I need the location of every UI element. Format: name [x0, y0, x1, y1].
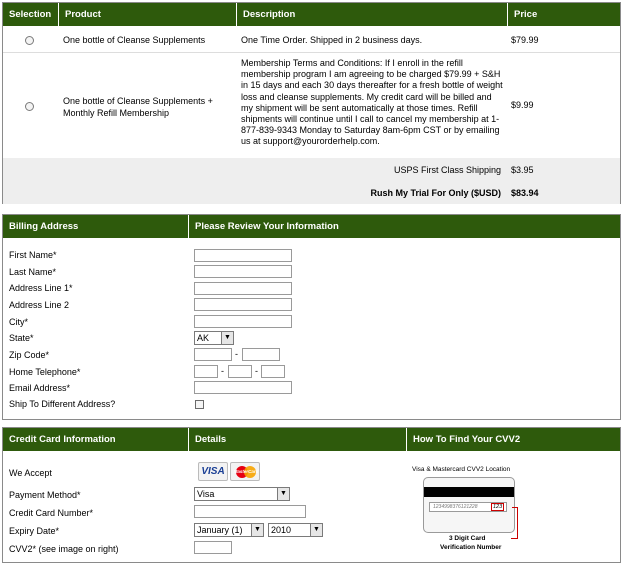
ship-different-label: Ship To Different Address?	[9, 399, 116, 409]
expiry-month-select[interactable]: January (1) ▼	[194, 523, 264, 537]
chevron-down-icon: ▼	[221, 332, 233, 344]
credit-card-section: Credit Card Information Details How To F…	[2, 427, 621, 563]
review-title: Please Review Your Information	[195, 221, 339, 232]
col-price: Price	[514, 9, 538, 20]
billing-title: Billing Address	[3, 215, 189, 238]
zip-input[interactable]	[194, 348, 232, 361]
cvv-help-title: How To Find Your CVV2	[413, 434, 521, 445]
product-description: Membership Terms and Conditions: If I en…	[241, 58, 503, 147]
visa-logo: VISA	[198, 462, 228, 481]
callout-line-v	[517, 507, 518, 538]
billing-address-section: Billing Address Please Review Your Infor…	[2, 214, 621, 420]
state-label: State*	[9, 333, 34, 343]
select-membership-radio[interactable]	[25, 102, 34, 111]
magnetic-stripe	[424, 487, 514, 497]
cvv-label: CVV2* (see image on right)	[9, 544, 119, 554]
city-input[interactable]	[194, 315, 292, 328]
expiry-label: Expiry Date*	[9, 526, 60, 536]
mastercard-logo-text: MasterCard	[233, 469, 259, 474]
cvv-caption-line1: 3 Digit Card	[449, 535, 486, 542]
product-row: One bottle of Cleanse Supplements + Mont…	[3, 52, 620, 158]
product-name: One bottle of Cleanse Supplements + Mont…	[63, 96, 213, 118]
expiry-year-select[interactable]: 2010 ▼	[268, 523, 323, 537]
payment-method-label: Payment Method*	[9, 490, 81, 500]
card-digits: 1234998376121228	[433, 504, 478, 510]
cvv-code-text: 123	[493, 504, 503, 510]
phone-dash-2: -	[255, 366, 258, 376]
first-name-label: First Name*	[9, 250, 57, 260]
card-number-label: Credit Card Number*	[9, 508, 94, 518]
col-product: Product	[59, 3, 237, 26]
shipping-price: $3.95	[511, 165, 534, 175]
email-input[interactable]	[194, 381, 292, 394]
col-selection: Selection	[3, 3, 59, 26]
mastercard-logo: MasterCard	[230, 462, 260, 481]
first-name-input[interactable]	[194, 249, 292, 262]
cvv-caption-line2: Verification Number	[440, 544, 502, 551]
we-accept-label: We Accept	[9, 468, 52, 478]
zip-label: Zip Code*	[9, 350, 50, 360]
card-back-illustration: 1234998376121228 123	[423, 477, 515, 533]
cvv-location-title: Visa & Mastercard CVV2 Location	[412, 466, 511, 473]
address1-label: Address Line 1*	[9, 283, 73, 293]
phone-line-input[interactable]	[261, 365, 285, 378]
product-price: $9.99	[511, 100, 534, 110]
shipping-label: USPS First Class Shipping	[393, 165, 501, 175]
billing-header: Billing Address Please Review Your Infor…	[3, 215, 620, 238]
payment-method-select[interactable]: Visa ▼	[194, 487, 290, 501]
product-table-header: Selection Product Description Price	[3, 3, 620, 26]
card-number-input[interactable]	[194, 505, 306, 518]
email-label: Email Address*	[9, 383, 71, 393]
phone-prefix-input[interactable]	[228, 365, 252, 378]
details-title: Details	[189, 428, 407, 451]
chevron-down-icon: ▼	[310, 524, 322, 536]
address2-label: Address Line 2	[9, 300, 70, 310]
total-price: $83.94	[511, 188, 539, 198]
zip-dash: -	[235, 349, 238, 359]
chevron-down-icon: ▼	[277, 488, 289, 500]
order-summary: USPS First Class Shipping $3.95 Rush My …	[3, 158, 620, 204]
total-label: Rush My Trial For Only ($USD)	[370, 188, 501, 198]
expiry-month-value: January (1)	[197, 525, 243, 535]
product-row: One bottle of Cleanse Supplements One Ti…	[3, 26, 620, 52]
cvv-input[interactable]	[194, 541, 232, 554]
phone-label: Home Telephone*	[9, 367, 81, 377]
city-label: City*	[9, 317, 29, 327]
product-selection-table: Selection Product Description Price One …	[2, 2, 621, 204]
callout-line-end	[511, 538, 518, 539]
state-select[interactable]: AK ▼	[194, 331, 234, 345]
phone-area-input[interactable]	[194, 365, 218, 378]
ship-different-checkbox[interactable]	[195, 400, 204, 409]
chevron-down-icon: ▼	[251, 524, 263, 536]
payment-method-value: Visa	[197, 489, 215, 499]
last-name-input[interactable]	[194, 265, 292, 278]
phone-dash-1: -	[221, 366, 224, 376]
product-price: $79.99	[511, 35, 539, 45]
address1-input[interactable]	[194, 282, 292, 295]
product-description: One Time Order. Shipped in 2 business da…	[241, 35, 423, 45]
col-description: Description	[237, 3, 508, 26]
address2-input[interactable]	[194, 298, 292, 311]
expiry-year-value: 2010	[271, 525, 292, 535]
credit-card-title: Credit Card Information	[3, 428, 189, 451]
payment-header: Credit Card Information Details How To F…	[3, 428, 620, 451]
state-value: AK	[197, 333, 210, 343]
visa-logo-text: VISA	[201, 466, 225, 477]
zip-ext-input[interactable]	[242, 348, 280, 361]
product-name: One bottle of Cleanse Supplements	[63, 35, 206, 45]
cvv-code-box: 123	[491, 503, 505, 511]
select-one-bottle-radio[interactable]	[25, 36, 34, 45]
last-name-label: Last Name*	[9, 267, 57, 277]
